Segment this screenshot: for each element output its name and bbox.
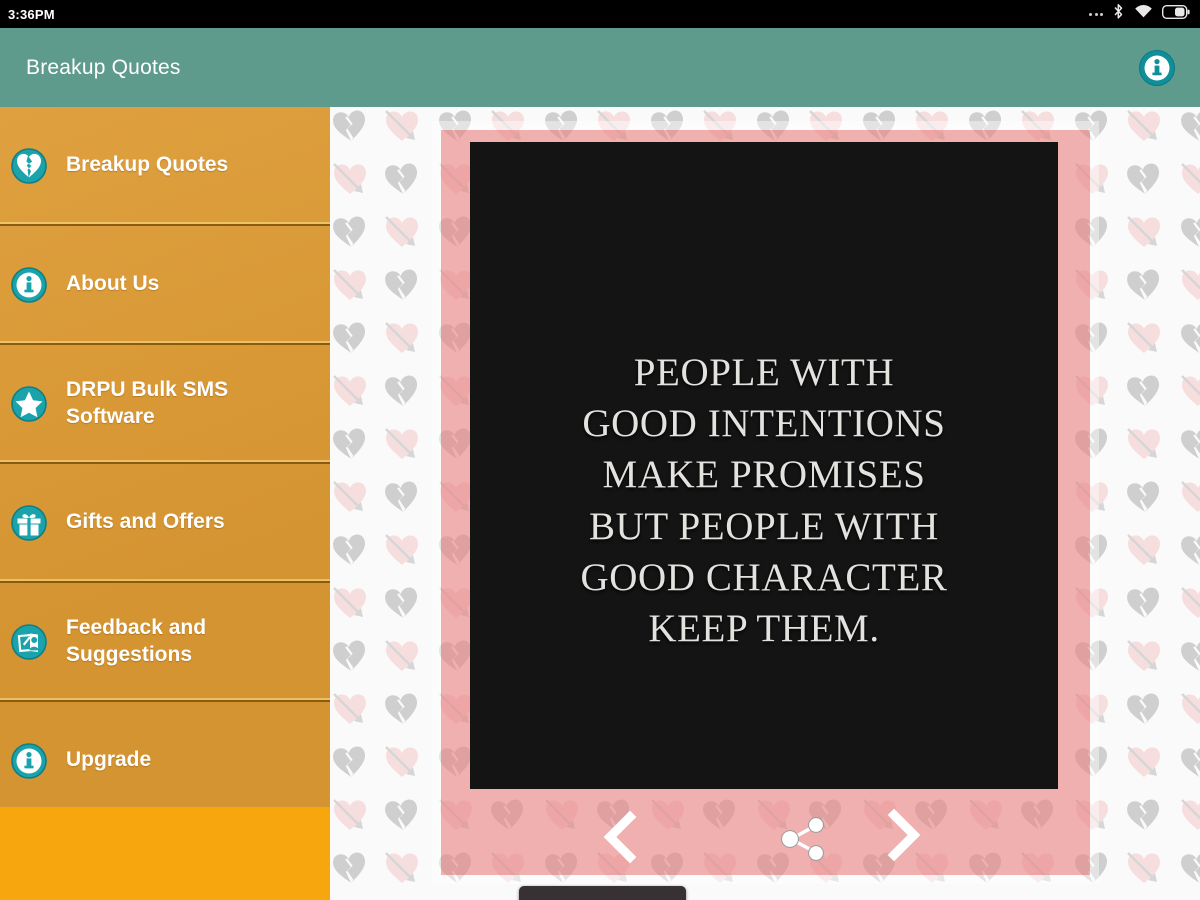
- sidebar-item-feedback-and-suggestions[interactable]: Feedback and Suggestions: [0, 583, 330, 702]
- wifi-icon: [1134, 4, 1153, 24]
- sidebar-item-drpu-bulk-sms-software[interactable]: DRPU Bulk SMS Software: [0, 345, 330, 464]
- sidebar-item-label: About Us: [66, 272, 160, 296]
- chevron-right-icon[interactable]: [873, 805, 933, 865]
- quote-card: PEOPLE WITH GOOD INTENTIONS MAKE PROMISE…: [470, 142, 1058, 789]
- share-icon[interactable]: [773, 809, 833, 869]
- quote-controls: [470, 797, 1058, 887]
- info-icon: [10, 742, 48, 780]
- status-bar: 3:36PM: [0, 0, 1200, 28]
- quote-line: MAKE PROMISES: [602, 453, 926, 497]
- more-dots-icon: [1089, 12, 1103, 16]
- app-root: 3:36PM Breakup Quotes PEOPLE WITH GOOD I…: [0, 0, 1200, 900]
- sidebar-item-about-us[interactable]: About Us: [0, 226, 330, 345]
- quote-line: PEOPLE WITH: [633, 351, 895, 395]
- bluetooth-icon: [1112, 3, 1125, 25]
- info-icon: [10, 266, 48, 304]
- navigation-drawer: Breakup Quotes About Us DRPU Bulk SMS So…: [0, 107, 330, 900]
- sidebar-item-label: Upgrade: [66, 748, 152, 772]
- quote-line: GOOD CHARACTER: [580, 555, 948, 599]
- star-icon: [10, 385, 48, 423]
- sidebar-item-gifts-and-offers[interactable]: Gifts and Offers: [0, 464, 330, 583]
- status-clock: 3:36PM: [8, 6, 55, 22]
- sidebar-item-label: Gifts and Offers: [66, 510, 225, 534]
- status-icons: [1089, 3, 1190, 25]
- toast-message: Downloading...: [519, 886, 687, 900]
- page-title: Breakup Quotes: [26, 55, 181, 79]
- gift-icon: [10, 504, 48, 542]
- sidebar-item-label: Feedback and Suggestions: [66, 616, 207, 666]
- quote-line: KEEP THEM.: [648, 606, 880, 650]
- sidebar-footer-area: [0, 807, 330, 900]
- info-icon[interactable]: [1138, 49, 1176, 87]
- sidebar-item-label: Breakup Quotes: [66, 153, 229, 177]
- action-bar: Breakup Quotes: [0, 28, 1200, 107]
- quote-text: PEOPLE WITH GOOD INTENTIONS MAKE PROMISE…: [561, 347, 968, 653]
- sidebar-item-upgrade[interactable]: Upgrade: [0, 702, 330, 821]
- feedback-icon: [10, 623, 48, 661]
- chevron-left-icon[interactable]: [590, 807, 650, 867]
- broken-heart-icon: [10, 147, 48, 185]
- sidebar-item-label: DRPU Bulk SMS Software: [66, 378, 229, 428]
- stage: PEOPLE WITH GOOD INTENTIONS MAKE PROMISE…: [0, 107, 1200, 900]
- quote-line: GOOD INTENTIONS: [582, 402, 946, 446]
- quote-line: BUT PEOPLE WITH: [589, 504, 939, 548]
- battery-icon: [1161, 4, 1190, 24]
- sidebar-item-breakup-quotes[interactable]: Breakup Quotes: [0, 107, 330, 226]
